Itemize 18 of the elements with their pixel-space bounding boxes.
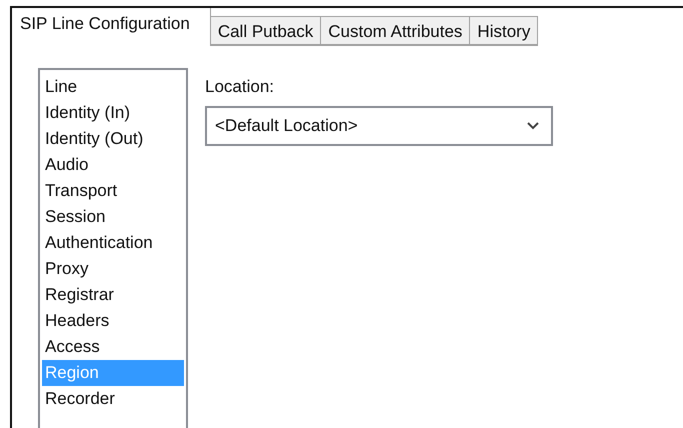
section-list-item[interactable]: Session bbox=[42, 204, 184, 230]
tab[interactable]: Call Putback bbox=[210, 16, 322, 46]
section-list-item[interactable]: Authentication bbox=[42, 230, 184, 256]
section-list-item[interactable]: Recorder bbox=[42, 386, 184, 412]
tab[interactable]: History bbox=[469, 16, 538, 46]
section-list-item[interactable]: Headers bbox=[42, 308, 184, 334]
location-label: Location: bbox=[205, 76, 274, 98]
chevron-down-icon bbox=[527, 122, 539, 130]
tab[interactable]: Custom Attributes bbox=[320, 16, 470, 46]
section-list-item[interactable]: Line bbox=[42, 74, 184, 100]
section-list-item[interactable]: Registrar bbox=[42, 282, 184, 308]
section-list-item[interactable]: Identity (Out) bbox=[42, 126, 184, 152]
section-list-item[interactable]: Transport bbox=[42, 178, 184, 204]
location-dropdown[interactable]: <Default Location> bbox=[205, 106, 553, 146]
section-list-item[interactable]: Identity (In) bbox=[42, 100, 184, 126]
section-list-item[interactable]: Proxy bbox=[42, 256, 184, 282]
section-list-item[interactable]: Audio bbox=[42, 152, 184, 178]
section-list-item[interactable]: Access bbox=[42, 334, 184, 360]
